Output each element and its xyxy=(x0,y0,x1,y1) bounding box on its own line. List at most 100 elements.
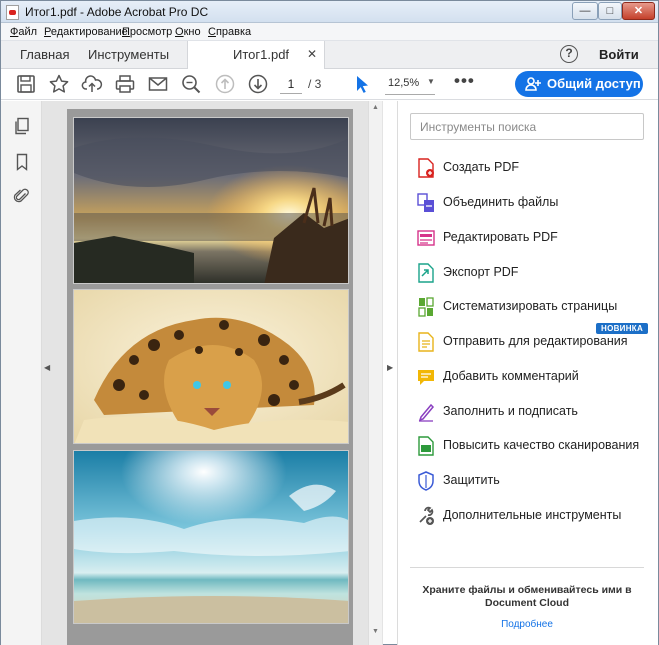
tool-fill-sign[interactable]: Заполнить и подписать xyxy=(417,400,647,424)
page-column xyxy=(67,109,353,645)
tool-label: Добавить комментарий xyxy=(443,369,579,383)
tool-label: Создать PDF xyxy=(443,160,519,174)
menu-help[interactable]: Справка xyxy=(208,26,251,38)
more-tools-icon xyxy=(419,506,434,525)
tab-tools[interactable]: Инструменты xyxy=(88,41,169,69)
attachment-icon[interactable] xyxy=(13,187,31,205)
tool-organize-pages[interactable]: Систематизировать страницы xyxy=(417,295,647,319)
pdf-file-icon xyxy=(6,5,19,20)
collapse-right-pane-icon[interactable]: ▶ xyxy=(387,363,393,372)
close-tab-icon[interactable]: ✕ xyxy=(307,41,317,68)
page-up-icon[interactable] xyxy=(214,73,236,95)
learn-more-link[interactable]: Подробнее xyxy=(501,619,553,630)
menu-file[interactable]: Файл xyxy=(10,26,37,38)
tool-label: Объединить файлы xyxy=(443,195,559,209)
share-button[interactable]: Общий доступ xyxy=(515,71,643,97)
protect-icon xyxy=(418,471,434,491)
pages-icon[interactable] xyxy=(13,117,31,135)
sign-in-button[interactable]: Войти xyxy=(599,41,639,68)
select-cursor-icon[interactable] xyxy=(351,73,373,95)
more-options-icon[interactable]: ••• xyxy=(454,71,475,91)
maximize-button[interactable]: □ xyxy=(598,2,622,20)
menu-label: правка xyxy=(215,26,252,38)
create-pdf-icon xyxy=(418,158,434,178)
zoom-search-icon[interactable] xyxy=(180,73,202,95)
add-user-icon xyxy=(525,77,541,91)
share-button-label: Общий доступ xyxy=(547,76,641,91)
export-pdf-icon xyxy=(418,263,434,283)
leopard-image xyxy=(73,289,349,444)
scroll-up-icon[interactable]: ▲ xyxy=(372,104,379,111)
menu-label: кно xyxy=(183,26,201,38)
bookmark-icon[interactable] xyxy=(13,153,31,171)
promo-text: Храните файлы и обменивайтесь ими в Docu… xyxy=(422,584,632,609)
tool-label: Отправить для редактирования xyxy=(443,334,628,348)
fill-sign-icon xyxy=(418,403,435,422)
tools-pane: Создать PDF Объединить файлы Редактирова… xyxy=(397,101,658,645)
new-badge: НОВИНКА xyxy=(596,323,649,334)
scroll-down-icon[interactable]: ▼ xyxy=(372,628,379,635)
tab-home[interactable]: Главная xyxy=(20,41,69,69)
left-navigation-rail xyxy=(1,101,42,645)
tool-add-comment[interactable]: Добавить комментарий xyxy=(417,365,647,389)
tool-edit-pdf[interactable]: Редактировать PDF xyxy=(417,226,647,250)
chevron-down-icon[interactable]: ▼ xyxy=(427,77,435,86)
comment-icon xyxy=(418,370,434,385)
tool-export-pdf[interactable]: Экспорт PDF xyxy=(417,261,647,285)
menu-label: росмотр xyxy=(129,26,173,38)
vertical-scrollbar[interactable]: ▲ ▼ xyxy=(368,101,382,645)
tool-more-tools[interactable]: Дополнительные инструменты xyxy=(417,504,647,528)
menu-label: айл xyxy=(18,26,38,38)
menu-window[interactable]: Окно xyxy=(175,26,201,38)
tools-search-input[interactable] xyxy=(410,113,644,140)
acrobat-window: Итог1.pdf - Adobe Acrobat Pro DC — □ ✕ Ф… xyxy=(0,0,659,645)
tabs-bar: Главная Инструменты Итог1.pdf ✕ ? Войти xyxy=(1,41,658,70)
zoom-level[interactable]: 12,5% xyxy=(388,77,419,89)
document-view[interactable]: ◀ ▲ ▼ xyxy=(42,101,383,645)
tool-combine-files[interactable]: Объединить файлы xyxy=(417,191,647,215)
tool-label: Защитить xyxy=(443,473,500,487)
tool-create-pdf[interactable]: Создать PDF xyxy=(417,156,647,180)
enhance-scan-icon xyxy=(418,436,434,456)
sunny-sea-image xyxy=(73,450,349,624)
page-down-icon[interactable] xyxy=(247,73,269,95)
tool-label: Редактировать PDF xyxy=(443,230,558,244)
toolbar: 1 / 3 12,5% ▼ ••• Общий доступ xyxy=(1,69,658,100)
send-for-review-icon xyxy=(418,332,434,352)
tool-label: Дополнительные инструменты xyxy=(443,508,622,522)
combine-files-icon xyxy=(417,193,434,212)
tool-label: Повысить качество сканирования xyxy=(443,438,640,452)
menu-accel: О xyxy=(175,26,184,38)
menu-edit[interactable]: Редактирование xyxy=(44,26,128,38)
star-icon[interactable] xyxy=(48,73,70,95)
tool-label: Экспорт PDF xyxy=(443,265,519,279)
sunset-lake-image xyxy=(73,117,349,284)
close-window-button[interactable]: ✕ xyxy=(622,2,655,20)
mail-icon[interactable] xyxy=(147,73,169,95)
menu-bar: Файл Редактирование Просмотр Окно Справк… xyxy=(1,23,658,41)
title-bar: Итог1.pdf - Adobe Acrobat Pro DC — □ ✕ xyxy=(1,1,658,23)
help-icon[interactable]: ? xyxy=(560,45,578,63)
tool-label: Систематизировать страницы xyxy=(443,299,618,313)
tab-document-label: Итог1.pdf xyxy=(233,47,290,62)
upload-cloud-icon[interactable] xyxy=(81,73,103,95)
zoom-underline xyxy=(385,94,435,95)
organize-pages-icon xyxy=(418,297,434,317)
menu-accel: С xyxy=(208,26,216,38)
window-title: Итог1.pdf - Adobe Acrobat Pro DC xyxy=(25,5,209,19)
tool-label: Заполнить и подписать xyxy=(443,404,578,418)
edit-pdf-icon xyxy=(417,230,435,246)
current-page-input[interactable]: 1 xyxy=(280,75,302,94)
minimize-button[interactable]: — xyxy=(572,2,598,20)
menu-label: едактирование xyxy=(50,26,128,38)
menu-view[interactable]: Просмотр xyxy=(122,26,172,38)
tool-protect[interactable]: Защитить xyxy=(417,469,647,493)
menu-accel: П xyxy=(122,26,130,38)
tab-document[interactable]: Итог1.pdf ✕ xyxy=(187,41,325,70)
menu-accel: Р xyxy=(44,26,51,38)
save-icon[interactable] xyxy=(15,73,37,95)
page-total: / 3 xyxy=(308,77,322,91)
tool-enhance-scan[interactable]: Повысить качество сканирования xyxy=(417,434,647,458)
collapse-left-pane-icon[interactable]: ◀ xyxy=(44,363,50,372)
print-icon[interactable] xyxy=(114,73,136,95)
